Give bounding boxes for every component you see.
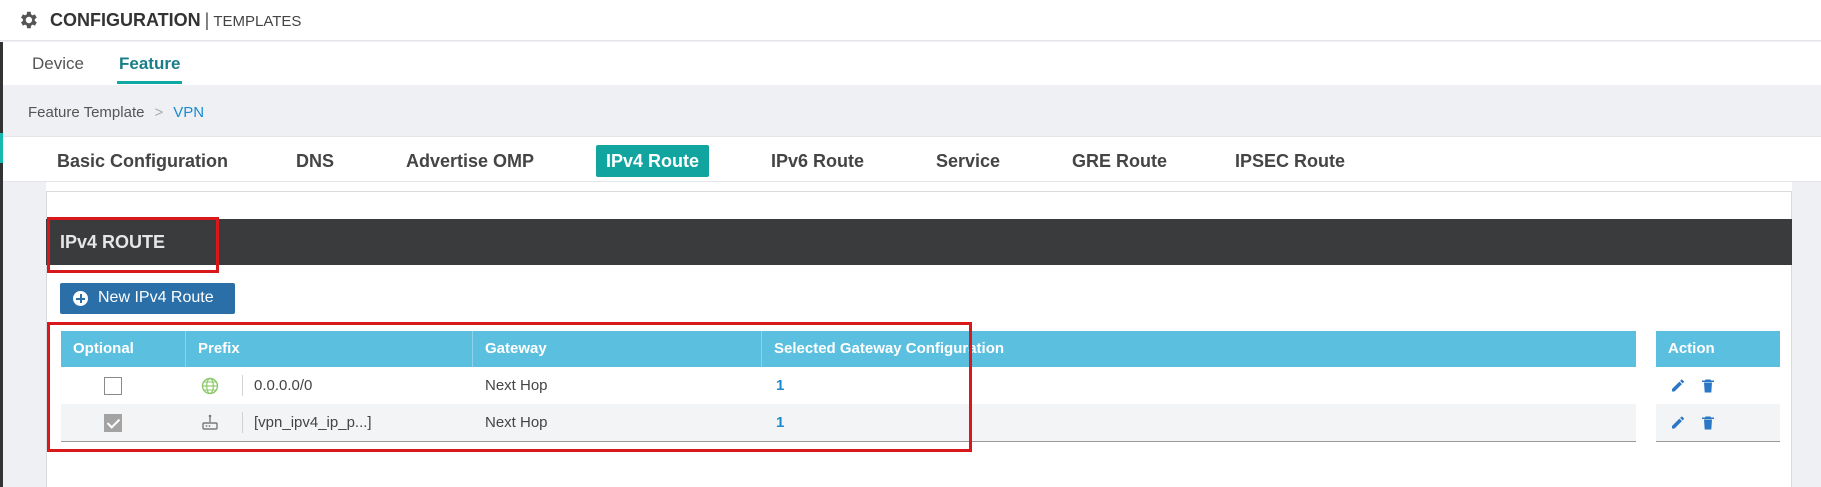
cell-divider: [242, 412, 243, 433]
breadcrumb: Feature Template > VPN: [28, 104, 204, 121]
column-header-prefix[interactable]: Prefix: [186, 331, 473, 367]
table-row: 0.0.0.0/0 Next Hop 1: [61, 367, 1636, 404]
selected-gateway-configuration-link[interactable]: 1: [776, 367, 784, 404]
prefix-value: 0.0.0.0/0: [254, 377, 313, 394]
edit-icon[interactable]: [1670, 377, 1686, 394]
feature-tabbar: Basic Configuration DNS Advertise OMP IP…: [3, 136, 1821, 182]
title-separator: |: [204, 10, 210, 30]
tab-ipv4-route[interactable]: IPv4 Route: [596, 145, 710, 177]
subtab-device[interactable]: Device: [32, 54, 84, 74]
column-header-action: Action: [1668, 340, 1715, 357]
config-subtabs: Device Feature: [0, 42, 1821, 85]
action-header: Action: [1656, 331, 1780, 367]
prefix-value: [vpn_ipv4_ip_p...]: [254, 414, 372, 431]
tab-advertise-omp[interactable]: Advertise OMP: [396, 145, 544, 177]
section-title: IPv4 ROUTE: [60, 232, 166, 252]
table-row: [vpn_ipv4_ip_p...] Next Hop 1: [61, 404, 1636, 441]
selected-gateway-configuration-link[interactable]: 1: [776, 404, 784, 441]
optional-checkbox[interactable]: [104, 377, 122, 395]
tab-ipsec-route[interactable]: IPSEC Route: [1225, 145, 1355, 177]
tab-ipv6-route[interactable]: IPv6 Route: [761, 145, 874, 177]
column-header-optional[interactable]: Optional: [61, 331, 186, 367]
trash-icon[interactable]: [1700, 414, 1716, 431]
new-ipv4-route-label: New IPv4 Route: [98, 289, 214, 306]
tab-gre-route[interactable]: GRE Route: [1062, 145, 1177, 177]
subtab-feature[interactable]: Feature: [116, 54, 183, 84]
tab-service[interactable]: Service: [926, 145, 1010, 177]
section-header: IPv4 ROUTE: [46, 219, 1792, 265]
tab-basic-configuration[interactable]: Basic Configuration: [47, 145, 238, 177]
gear-icon: [21, 11, 37, 29]
cell-divider: [242, 375, 243, 396]
column-header-gateway[interactable]: Gateway: [473, 331, 762, 367]
page-title-main: CONFIGURATION: [50, 10, 201, 30]
page-title: CONFIGURATION | TEMPLATES: [50, 10, 301, 31]
edit-icon[interactable]: [1670, 414, 1686, 431]
breadcrumb-current: VPN: [173, 104, 205, 121]
top-header: CONFIGURATION | TEMPLATES: [0, 0, 1821, 41]
breadcrumb-parent[interactable]: Feature Template: [28, 104, 144, 121]
plus-circle-icon: [73, 291, 88, 306]
table-row-actions: [1656, 367, 1780, 404]
action-bottom-border: [1656, 441, 1780, 442]
column-header-selected-gateway-configuration[interactable]: Selected Gateway Configuration: [762, 331, 1636, 367]
breadcrumb-arrow: >: [154, 104, 164, 121]
table-row-actions: [1656, 404, 1780, 441]
new-ipv4-route-button[interactable]: New IPv4 Route: [60, 283, 235, 314]
tab-dns[interactable]: DNS: [286, 145, 344, 177]
gateway-value: Next Hop: [485, 414, 548, 431]
table-header: Optional Prefix Gateway Selected Gateway…: [61, 331, 1636, 367]
trash-icon[interactable]: [1700, 377, 1716, 394]
gateway-value: Next Hop: [485, 377, 548, 394]
device-variable-icon: [202, 414, 218, 430]
optional-checkbox[interactable]: [104, 414, 122, 432]
globe-icon: [201, 377, 219, 395]
card-top-divider: [46, 182, 1792, 192]
left-edge-bar: [0, 42, 3, 487]
page-subtitle: TEMPLATES: [213, 13, 302, 30]
table-bottom-border: [61, 441, 1636, 442]
